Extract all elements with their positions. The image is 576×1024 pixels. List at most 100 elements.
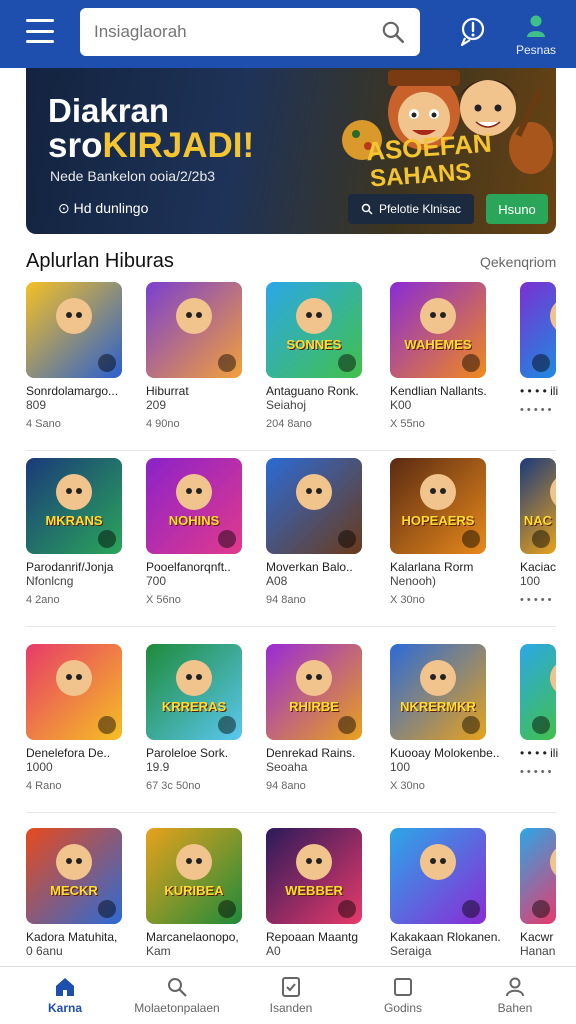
profile-button[interactable]: Pesnas — [508, 14, 564, 59]
app-thumbnail[interactable]: WEBBER — [266, 828, 362, 924]
app-card[interactable]: Kakakaan Rlokanen. Seraiga — [390, 828, 500, 988]
search-input[interactable] — [94, 22, 380, 42]
app-size: 100 — [520, 574, 541, 588]
play-badge-icon — [462, 530, 480, 548]
download-icon: ⊙ — [58, 200, 70, 216]
nav-item[interactable]: Isanden — [236, 975, 346, 1015]
app-card[interactable]: Moverkan Balo.. A08 94 8ano — [266, 458, 376, 618]
app-card[interactable]: NOHINS Pooelfanorqnft.. 700 X 56no — [146, 458, 256, 618]
app-card[interactable]: NAC Kaciac 100 • • • • • — [520, 458, 576, 618]
app-thumbnail[interactable]: MKRANS — [26, 458, 122, 554]
app-size: A0 — [266, 944, 281, 958]
nav-item[interactable]: Karna — [10, 975, 120, 1015]
app-thumbnail[interactable]: KURIBEA — [146, 828, 242, 924]
app-thumbnail[interactable] — [520, 644, 556, 740]
nav-item[interactable]: Godins — [348, 975, 458, 1015]
eye-right — [440, 312, 446, 318]
app-rating: • • • • • — [520, 766, 552, 778]
eye-left — [186, 674, 192, 680]
eye-left — [66, 312, 72, 318]
app-thumbnail[interactable] — [520, 828, 556, 924]
app-size: Seoaha — [266, 760, 308, 774]
app-thumbnail[interactable]: RHIRBE — [266, 644, 362, 740]
banner-primary-button[interactable]: Hsuno — [486, 194, 548, 224]
play-badge-icon — [532, 354, 550, 372]
app-name: Denrekad Rains. — [266, 746, 356, 760]
app-thumbnail[interactable] — [520, 282, 556, 378]
eye-right — [316, 312, 322, 318]
character-face — [550, 474, 556, 510]
app-thumbnail[interactable] — [390, 828, 486, 924]
app-card[interactable]: Kacwr Hanan — [520, 828, 576, 988]
app-rating: 4 90no — [146, 418, 180, 430]
character-face — [176, 660, 212, 696]
search-icon[interactable] — [380, 19, 406, 45]
app-name: Sonrdolamargo... — [26, 384, 119, 398]
nav-item[interactable]: Molaetonpalaen — [122, 975, 232, 1015]
eye-left — [430, 488, 436, 494]
app-card[interactable]: HOPEAERS Kalarlana Rorm Nenooh) X 30no — [390, 458, 500, 618]
section-more-link[interactable]: Qekenqriom — [480, 254, 556, 270]
thumbnail-text: NOHINS — [168, 513, 220, 528]
app-card[interactable]: Sonrdolamargo... 809 4 Sano — [26, 282, 136, 442]
banner-secondary-button[interactable]: Pfelotie Klnisac — [348, 194, 474, 224]
app-card[interactable]: KRRERAS Paroleloe Sork. 19.9 67 3c 50no — [146, 644, 256, 804]
app-row: MKRANS Parodanrif/Jonja Nfonlcng 4 2ano NOHI… — [26, 458, 576, 640]
app-card[interactable]: RHIRBE Denrekad Rains. Seoaha 94 8ano — [266, 644, 376, 804]
app-thumbnail[interactable]: SONNES — [266, 282, 362, 378]
search-bar[interactable] — [80, 8, 420, 56]
notification-icon[interactable] — [458, 16, 488, 48]
app-card[interactable]: • • • • ili • • • • • — [520, 644, 576, 804]
profile-label: Pesnas — [515, 43, 557, 57]
search-icon — [168, 978, 187, 997]
app-card[interactable]: SONNES Antaguano Ronk. Seiahoj 204 8ano — [266, 282, 376, 442]
app-card[interactable]: Denelefora De.. 1000 4 Rano — [26, 644, 136, 804]
app-thumbnail[interactable]: HOPEAERS — [390, 458, 486, 554]
app-name: Marcanelaonopo, — [146, 930, 239, 944]
app-card[interactable]: MKRANS Parodanrif/Jonja Nfonlcng 4 2ano — [26, 458, 136, 618]
app-thumbnail[interactable]: NOHINS — [146, 458, 242, 554]
eye-left — [430, 858, 436, 864]
app-thumbnail[interactable]: MECKR — [26, 828, 122, 924]
app-card[interactable]: Hiburrat 209 4 90no — [146, 282, 256, 442]
banner-meta-text: Hd dunlingo — [73, 200, 149, 216]
app-row: Sonrdolamargo... 809 4 Sano Hiburrat 209 4 90… — [26, 282, 576, 464]
play-badge-icon — [218, 900, 236, 918]
play-badge-icon — [462, 900, 480, 918]
app-thumbnail[interactable] — [146, 282, 242, 378]
app-thumbnail[interactable] — [266, 458, 362, 554]
character-face — [296, 660, 332, 696]
row-divider — [26, 450, 556, 451]
eye-right — [316, 674, 322, 680]
eye-right — [196, 674, 202, 680]
app-card[interactable]: NKRERMKR Kuooay Molokenbe.. 100 X 30no — [390, 644, 500, 804]
app-thumbnail[interactable] — [26, 644, 122, 740]
character-face — [176, 298, 212, 334]
app-name: Kacwr — [520, 930, 554, 944]
app-size: K00 — [390, 398, 412, 412]
app-card[interactable]: MECKR Kadora Matuhita, 0 6anu — [26, 828, 136, 988]
eye-left — [186, 488, 192, 494]
home-icon — [56, 978, 74, 996]
nav-item[interactable]: Bahen — [460, 975, 570, 1015]
app-thumbnail[interactable]: NKRERMKR — [390, 644, 486, 740]
eye-right — [196, 312, 202, 318]
app-rating: • • • • • — [520, 594, 552, 606]
play-badge-icon — [98, 354, 116, 372]
app-card[interactable]: • • • • ili • • • • • — [520, 282, 576, 442]
character-face — [296, 844, 332, 880]
play-badge-icon — [218, 716, 236, 734]
app-card[interactable]: WEBBER Repoaan Maantg A0 — [266, 828, 376, 988]
featured-banner[interactable]: Diakran sroKIRJADI! Nede Bankelon ooia/2… — [26, 68, 556, 234]
app-thumbnail[interactable]: KRRERAS — [146, 644, 242, 740]
app-thumbnail[interactable]: NAC — [520, 458, 556, 554]
character-face — [550, 298, 556, 334]
app-card[interactable]: WAHEMES Kendlian Nallants. K00 X 55no — [390, 282, 500, 442]
menu-icon[interactable] — [26, 19, 54, 43]
app-name: • • • • ili — [520, 746, 559, 760]
app-name: Kalarlana Rorm — [390, 560, 474, 574]
app-thumbnail[interactable] — [26, 282, 122, 378]
app-rating: X 30no — [390, 780, 425, 792]
app-thumbnail[interactable]: WAHEMES — [390, 282, 486, 378]
app-card[interactable]: KURIBEA Marcanelaonopo, Kam — [146, 828, 256, 988]
